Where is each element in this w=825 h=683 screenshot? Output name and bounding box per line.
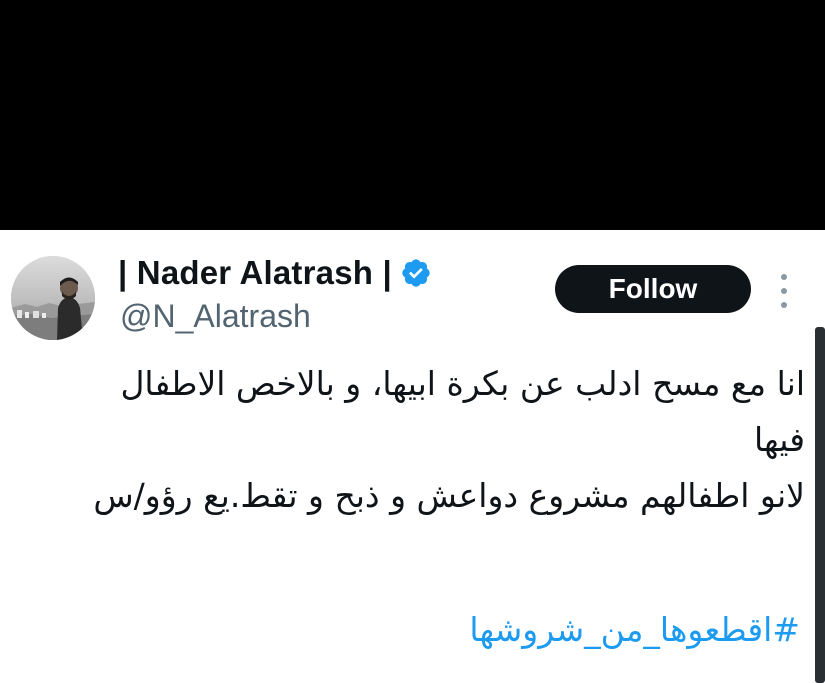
dot — [781, 288, 787, 294]
display-name[interactable]: | Nader Alatrash | — [118, 254, 392, 292]
dot — [781, 302, 787, 308]
cut-off-link[interactable] — [0, 673, 220, 683]
tweet-text: انا مع مسح ادلب عن بكرة ابيها، و بالاخص … — [10, 356, 805, 524]
tweet-line: لانو اطفالهم مشروع دواعش و ذبح و تقط.يع … — [93, 476, 805, 515]
avatar[interactable] — [11, 256, 95, 340]
tweet-card: | Nader Alatrash | @N_Alatrash Follow ان… — [0, 230, 825, 683]
more-vertical-icon[interactable] — [773, 274, 795, 308]
verified-badge-icon — [402, 259, 430, 287]
media-area — [0, 0, 825, 230]
screenshot: | Nader Alatrash | @N_Alatrash Follow ان… — [0, 0, 825, 683]
profile-photo-icon — [11, 256, 95, 340]
follow-button[interactable]: Follow — [555, 265, 751, 313]
tweet-line: فيها — [754, 420, 805, 459]
tweet-line: انا مع مسح ادلب عن بكرة ابيها، و بالاخص … — [120, 364, 805, 403]
author-handle[interactable]: @N_Alatrash — [120, 298, 311, 335]
author-name-row[interactable]: | Nader Alatrash | — [118, 252, 432, 294]
scrollbar[interactable] — [815, 327, 825, 683]
hashtag-link[interactable]: #اقطعوها_من_شروشها — [430, 602, 800, 658]
dot — [781, 274, 787, 280]
